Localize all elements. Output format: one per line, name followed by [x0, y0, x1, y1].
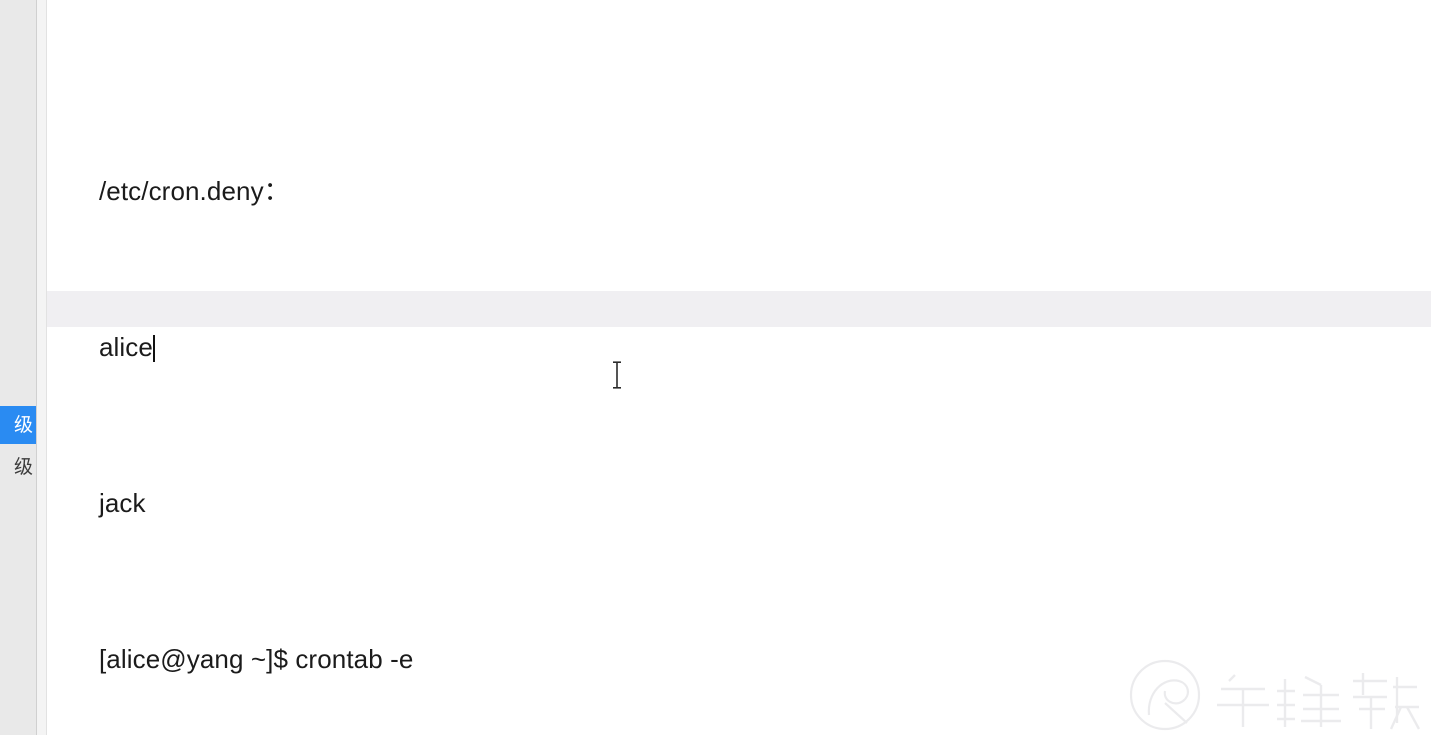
sidebar-item-0-label: 级 — [13, 414, 33, 436]
sidebar-item-0[interactable]: 级 — [0, 406, 36, 444]
document-page[interactable]: /etc/cron.deny： alice jack [alice@yang ~… — [47, 0, 1431, 735]
text-line: /etc/cron.deny： — [55, 133, 1431, 206]
line-text: jack — [98, 488, 146, 518]
line-text: alice — [98, 332, 153, 362]
sidebar-gutter — [37, 0, 47, 735]
sidebar-item-1[interactable]: 级 — [0, 448, 36, 486]
text-line: jack — [55, 445, 1431, 518]
text-line: [alice@yang ~]$ crontab -e — [55, 601, 1431, 674]
line-text: [alice@yang ~]$ crontab -e — [98, 644, 414, 674]
sidebar-item-1-label: 级 — [13, 456, 33, 478]
line-text: /etc/cron.deny： — [98, 176, 290, 206]
text-line-current[interactable]: alice — [47, 289, 1431, 362]
document-text-body[interactable]: /etc/cron.deny： alice jack [alice@yang ~… — [47, 16, 1431, 735]
left-sidebar-rail: 级 级 — [0, 0, 37, 735]
text-caret — [152, 335, 155, 362]
